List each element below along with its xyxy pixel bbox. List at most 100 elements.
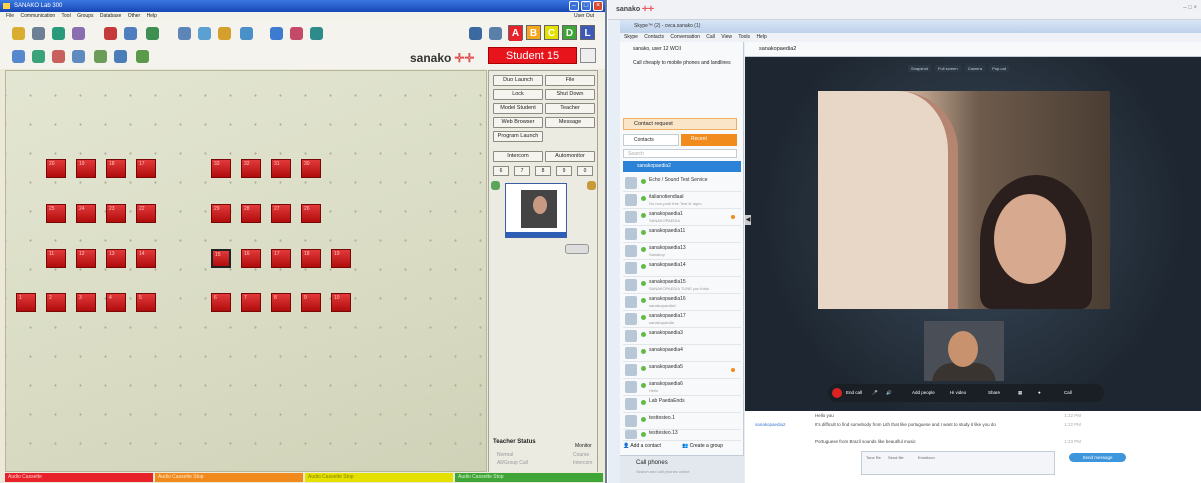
group-l-button[interactable]: L [580, 25, 595, 40]
contact-item[interactable]: Lab PaedaEnds [623, 396, 741, 413]
keypad-0[interactable]: 0 [577, 166, 593, 176]
student-seat[interactable]: 2 [46, 293, 66, 312]
contact-item[interactable]: testtesteo.13 [623, 428, 741, 441]
call-button[interactable]: Call [1064, 384, 1072, 402]
student-seat[interactable]: 16 [241, 249, 261, 268]
info-icon[interactable]: ● [1038, 384, 1041, 402]
menu-tools[interactable]: Tools [738, 34, 750, 40]
student-seat[interactable]: 30 [301, 159, 321, 178]
speaker-icon[interactable]: 🔊 [886, 384, 892, 402]
group-icon[interactable] [146, 27, 159, 40]
pencil-icon[interactable] [565, 244, 589, 254]
camera-button[interactable]: Camera [964, 65, 985, 72]
student-seat[interactable]: 22 [136, 204, 156, 223]
collapse-arrow-icon[interactable]: ◀ [745, 215, 751, 225]
intercom-button[interactable]: Intercom [493, 151, 543, 162]
contact-item[interactable]: sanakopaedia14 [623, 260, 741, 277]
eye-icon[interactable] [104, 27, 117, 40]
contact-request-bar[interactable]: Contact request [623, 118, 737, 130]
menu-groups[interactable]: Groups [77, 13, 93, 19]
keypad-7[interactable]: 7 [514, 166, 530, 176]
student-seat[interactable]: 13 [106, 249, 126, 268]
student-seat[interactable]: 6 [211, 293, 231, 312]
contact-item[interactable]: sanakopaedia4 [623, 345, 741, 362]
desktop-window-controls[interactable]: – □ × [1183, 5, 1197, 11]
web-browser-button[interactable]: Web Browser [493, 117, 543, 128]
student-seat[interactable]: 14 [136, 249, 156, 268]
contact-item[interactable]: sanakopaedia6 Hello [623, 379, 741, 396]
expand-icon[interactable] [491, 181, 500, 190]
document-icon[interactable] [72, 50, 85, 63]
contact-item[interactable]: sanakopaedia16 sanakopaedia1 [623, 294, 741, 311]
snapshot-button[interactable]: Snapshot [908, 65, 931, 72]
contact-item[interactable]: sanakopaedia1 SANAKOPAEDIA [623, 209, 741, 226]
menu-tool[interactable]: Tool [62, 13, 71, 19]
contact-item[interactable]: sanakopaedia15 SANAKOPAEDIA TUNE you thin… [623, 277, 741, 294]
menu-database[interactable]: Database [100, 13, 121, 19]
maximize-button[interactable]: □ [581, 1, 591, 11]
contact-search-input[interactable]: Search [623, 149, 737, 158]
automonitor-button[interactable]: Automonitor [545, 151, 595, 162]
grid-view-icon[interactable] [469, 27, 482, 40]
student-seat[interactable]: 20 [46, 159, 66, 178]
chat-input-box[interactable]: Tone Re Send file Emoticon [861, 451, 1055, 475]
group-c-button[interactable]: C [544, 25, 559, 40]
selected-contact[interactable]: sanakopaedia2 [623, 161, 741, 172]
student-seat[interactable]: 17 [136, 159, 156, 178]
create-group-button[interactable]: 👥 Create a group [682, 443, 723, 449]
program-launch-button[interactable]: Program Launch [493, 131, 543, 142]
student-seat[interactable]: 25 [46, 204, 66, 223]
add-contact-button[interactable]: 👤 Add a contact [623, 443, 661, 449]
account-status[interactable]: sanako, user 12 WCII [623, 46, 741, 52]
people-icon[interactable] [52, 50, 65, 63]
screen-icon[interactable] [198, 27, 211, 40]
menu-contacts[interactable]: Contacts [644, 34, 664, 40]
student-seat[interactable]: 24 [76, 204, 96, 223]
duo-launch-button[interactable]: Duo Launch [493, 75, 543, 86]
pop-out-button[interactable]: Pop-out [989, 65, 1010, 72]
key-icon[interactable] [12, 50, 25, 63]
add-people-button[interactable]: Add people [912, 384, 935, 402]
student-icon[interactable] [124, 27, 137, 40]
user-out-link[interactable]: User Out [574, 12, 594, 21]
student-seat[interactable]: 32 [241, 159, 261, 178]
send-file-button[interactable]: Send file [888, 455, 904, 460]
settings-icon[interactable] [587, 181, 596, 190]
message-button[interactable]: Message [545, 117, 595, 128]
tab-contacts[interactable]: Contacts [623, 134, 679, 146]
model-student-button[interactable]: Model Student [493, 103, 543, 114]
refresh-icon[interactable] [52, 27, 65, 40]
menu-view[interactable]: View [721, 34, 732, 40]
tab-recent[interactable]: Recent [681, 134, 737, 146]
student-seat[interactable]: 12 [76, 249, 96, 268]
menu-communication[interactable]: Communication [20, 13, 55, 19]
close-button[interactable]: × [593, 1, 603, 11]
student-seat[interactable]: 19 [331, 249, 351, 268]
monitor-icon[interactable] [178, 27, 191, 40]
student-seat[interactable]: 7 [241, 293, 261, 312]
student-screen-thumbnail[interactable] [505, 183, 567, 238]
emoticon-button[interactable]: Emoticon [918, 455, 935, 460]
student-seat[interactable]: 10 [331, 293, 351, 312]
file-button[interactable]: File [545, 75, 595, 86]
group-b-button[interactable]: B [526, 25, 541, 40]
full-screen-button[interactable]: Full screen [935, 65, 961, 72]
menu-help[interactable]: Help [756, 34, 766, 40]
student-seat[interactable]: 5 [136, 293, 156, 312]
menu-conversation[interactable]: Conversation [670, 34, 699, 40]
contact-item[interactable]: italianotiendiaal Ho non-potrl free Test … [623, 192, 741, 209]
mail-icon[interactable] [310, 27, 323, 40]
keypad-9[interactable]: 9 [556, 166, 572, 176]
student-seat[interactable]: 8 [271, 293, 291, 312]
student-seat[interactable]: 4 [106, 293, 126, 312]
chat-icon[interactable] [290, 27, 303, 40]
group-d-button[interactable]: D [562, 25, 577, 40]
contact-item[interactable]: sanakopaedia3 [623, 328, 741, 345]
tone-button[interactable]: Tone Re [866, 455, 881, 460]
student-seat[interactable]: 31 [271, 159, 291, 178]
student-seat[interactable]: 27 [271, 204, 291, 223]
menu-help[interactable]: Help [147, 13, 157, 19]
end-call-button[interactable]: End call [846, 384, 862, 402]
pen-icon[interactable] [72, 27, 85, 40]
send-message-button[interactable]: Send message [1069, 453, 1126, 462]
